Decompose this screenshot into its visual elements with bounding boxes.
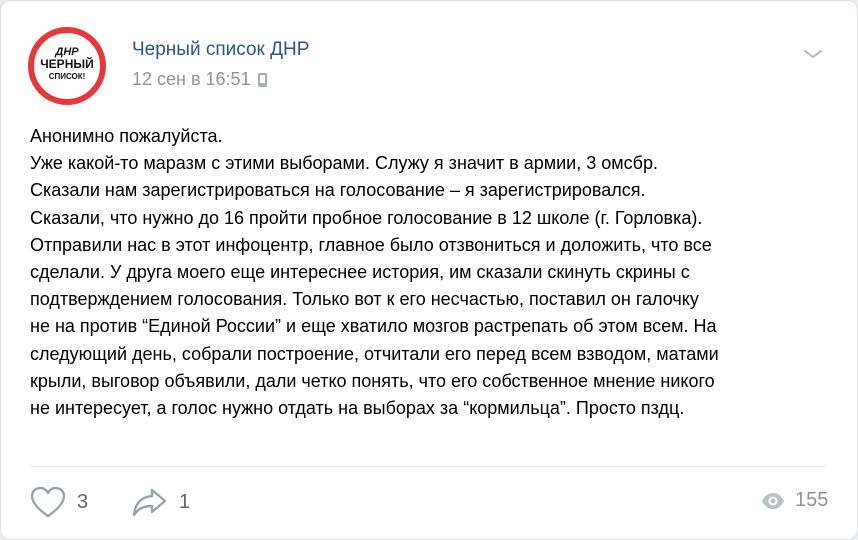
share-button[interactable]: 1 [131, 485, 190, 519]
group-name-link[interactable]: Черный список ДНР [132, 39, 309, 61]
post-line: Уже какой-то маразм с этими выборами. Сл… [30, 153, 658, 174]
like-button[interactable]: 3 [29, 485, 88, 519]
views-counter: 155 [761, 489, 828, 512]
chevron-down-icon[interactable] [801, 42, 825, 66]
post-line: не интересует, а голос нужно отдать на в… [30, 398, 685, 419]
phone-icon [257, 72, 267, 87]
eye-icon [762, 492, 784, 509]
post-line: Отправили нас в этот инфоцентр, главное … [30, 234, 712, 255]
avatar-line-3: СПИСОК! [49, 72, 86, 81]
share-arrow-icon [132, 488, 167, 517]
like-count: 3 [77, 490, 89, 513]
post-line: Сказали, что нужно до 16 пройти пробное … [30, 207, 703, 228]
avatar-line-2: ЧЕРНЫЙ [40, 56, 93, 71]
group-avatar[interactable]: ДНР ЧЕРНЫЙ СПИСОК! [27, 26, 107, 106]
post-line: крыли, выговор объявили, дали четко поня… [30, 370, 715, 391]
share-count: 1 [179, 490, 191, 513]
post-date-text: 12 сен в 16:51 [132, 69, 251, 89]
post-line: сделали. У друга моего еще интереснее ис… [30, 262, 690, 283]
post-line: подтверждением голосования. Только вот к… [30, 289, 699, 310]
views-count: 155 [795, 489, 829, 511]
heart-icon [30, 486, 66, 518]
post-line: Сказали нам зарегистрироваться на голосо… [30, 180, 646, 201]
post-line: Анонимно пожалуйста. [30, 126, 223, 146]
post-line: следующий день, собрали построение, отчи… [30, 343, 719, 364]
post-card: ДНР ЧЕРНЫЙ СПИСОК! Черный список ДНР 12 … [0, 0, 858, 540]
post-date[interactable]: 12 сен в 16:51 [132, 69, 268, 90]
post-line: не на против “Единой России” и еще хвати… [30, 316, 717, 337]
actions-divider [30, 466, 826, 467]
post-text: Анонимно пожалуйста. Уже какой-то маразм… [30, 123, 840, 422]
